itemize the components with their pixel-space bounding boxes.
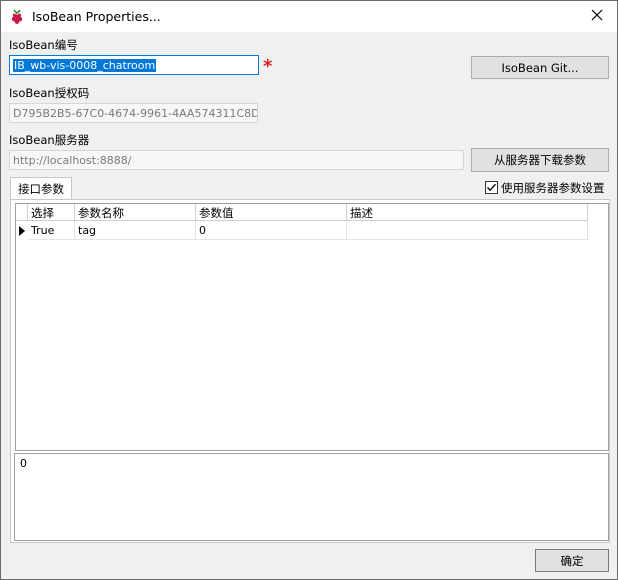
license-code-field[interactable]: D795B2B5-67C0-4674-9961-4AA574311C8D	[9, 103, 258, 123]
col-header-select[interactable]: 选择	[28, 204, 75, 221]
description-box[interactable]: 0	[14, 453, 609, 541]
isobean-git-button[interactable]: IsoBean Git...	[471, 56, 609, 79]
tab-interface-params[interactable]: 接口参数	[10, 177, 72, 200]
use-server-params-checkbox[interactable]	[485, 181, 498, 194]
properties-dialog: IsoBean Properties... IsoBean编号 IB_wb-vi…	[0, 0, 618, 580]
server-url-field[interactable]: http://localhost:8888/	[9, 150, 464, 170]
license-code-label: IsoBean授权码	[9, 86, 90, 100]
col-header-param-value[interactable]: 参数值	[196, 204, 347, 221]
ok-button[interactable]: 确定	[535, 549, 609, 572]
params-grid[interactable]: 选择 参数名称 参数值 描述 True tag 0	[15, 203, 609, 451]
close-button[interactable]	[585, 5, 609, 27]
isobean-id-field[interactable]: IB_wb-vis-0008_chatroom	[9, 55, 259, 75]
col-header-param-name[interactable]: 参数名称	[75, 204, 196, 221]
isobean-id-label: IsoBean编号	[9, 38, 78, 52]
current-row-pointer-icon	[19, 226, 25, 236]
window-title: IsoBean Properties...	[32, 9, 161, 24]
required-asterisk: *	[263, 56, 273, 77]
description-text: 0	[20, 457, 27, 470]
cell-select[interactable]: True	[28, 222, 75, 240]
use-server-params-label: 使用服务器参数设置	[501, 181, 605, 195]
title-bar: IsoBean Properties...	[1, 1, 617, 32]
row-header-corner	[16, 204, 28, 221]
raspberry-icon	[10, 9, 24, 25]
close-icon	[591, 9, 603, 21]
isobean-id-value: IB_wb-vis-0008_chatroom	[13, 59, 157, 72]
cell-param-name[interactable]: tag	[75, 222, 196, 240]
col-header-description[interactable]: 描述	[347, 204, 588, 221]
download-params-button[interactable]: 从服务器下载参数	[471, 148, 609, 172]
server-label: IsoBean服务器	[9, 133, 90, 147]
cell-param-value[interactable]: 0	[196, 222, 347, 240]
checkmark-icon	[487, 183, 496, 192]
cell-description[interactable]	[347, 222, 588, 240]
